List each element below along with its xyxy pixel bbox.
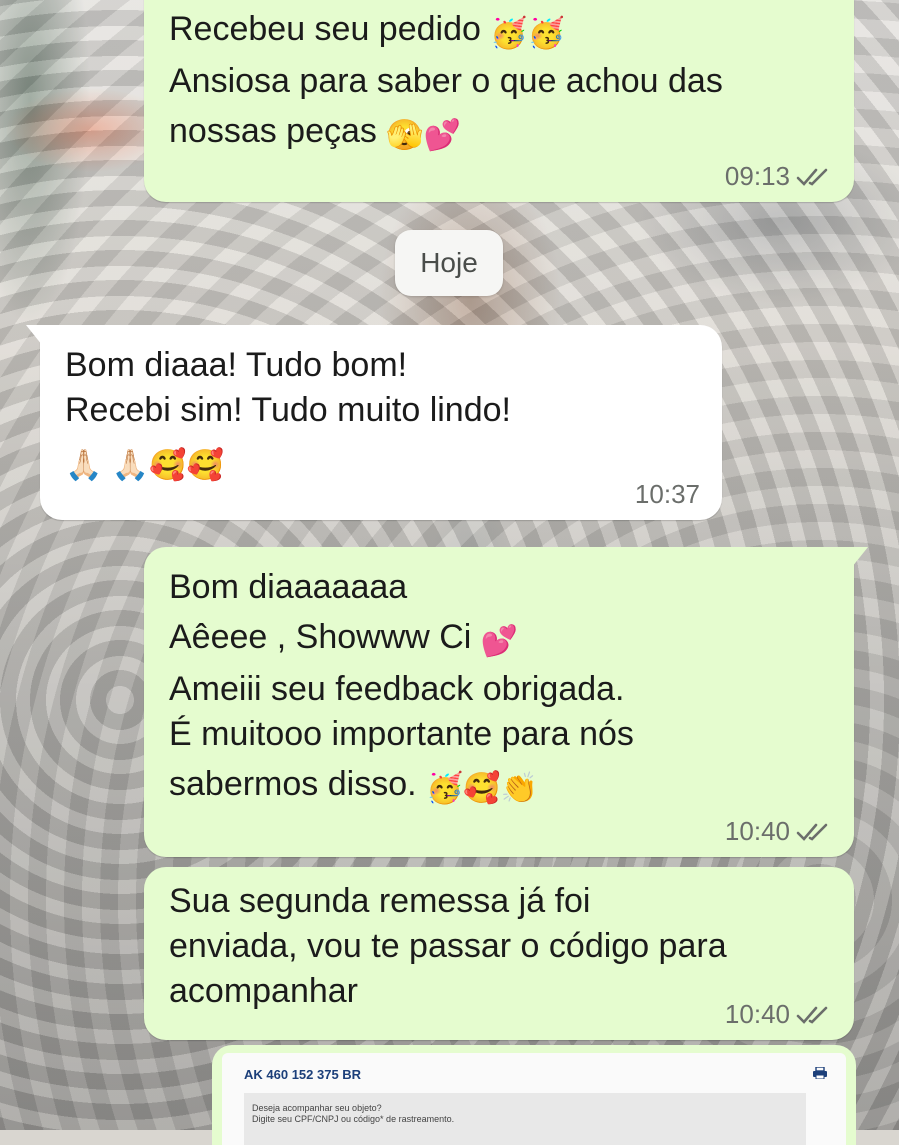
message-time: 10:37 <box>634 479 700 509</box>
message-line: Recebi sim! Tudo muito lindo! <box>65 391 511 429</box>
folded-hands-emoji: 🙏🏻 <box>65 448 103 483</box>
message-bubble-outgoing[interactable]: Bom diaaaaaaa Aêeee , Showww Ci 💕 Ameiii… <box>144 547 868 857</box>
date-separator: Hoje <box>395 230 503 296</box>
message-meta: 10:40 <box>725 816 832 847</box>
message-line: Recebeu seu pedido 🥳🥳 <box>169 7 830 54</box>
peeking-face-emoji: 🫣 <box>386 118 424 153</box>
message-line: sabermos disso. 🥳🥰👏 <box>169 762 830 809</box>
party-face-emoji: 🥳 <box>426 771 464 806</box>
message-line: nossas peças 🫣💕 <box>169 109 830 156</box>
tracking-panel: Deseja acompanhar seu objeto? Digite seu… <box>244 1093 806 1145</box>
tracking-code: AK 460 152 375 BR <box>244 1067 362 1082</box>
message-meta: 09:13 <box>725 161 832 192</box>
message-line: Aêeee , Showww Ci 💕 <box>169 615 830 662</box>
message-line: É muitooo importante para nós <box>169 715 634 753</box>
image-message-bubble[interactable]: AK 460 152 375 BR Deseja acompanhar seu … <box>212 1045 856 1145</box>
message-line: 🙏🏻 🙏🏻🥰🥰 <box>65 439 698 486</box>
message-line: Ameiii seu feedback obrigada. <box>169 670 625 708</box>
smiling-hearts-emoji: 🥰 <box>149 448 187 483</box>
message-bubble-incoming[interactable]: Bom diaaa! Tudo bom! Recebi sim! Tudo mu… <box>26 325 722 520</box>
smiling-hearts-emoji: 🥰 <box>186 448 224 483</box>
message-bubble-outgoing[interactable]: Recebeu seu pedido 🥳🥳 Ansiosa para saber… <box>144 0 854 202</box>
message-line: Bom diaaaaaaa <box>169 568 408 606</box>
message-time: 09:13 <box>724 161 790 191</box>
party-face-emoji: 🥳 <box>527 16 566 51</box>
clapping-hands-emoji: 👏 <box>500 771 539 806</box>
double-check-icon <box>796 168 828 186</box>
folded-hands-emoji: 🙏🏻 <box>111 448 150 483</box>
message-time: 10:40 <box>724 999 790 1029</box>
message-time: 10:40 <box>724 816 790 846</box>
double-check-icon <box>796 823 828 841</box>
message-bubble-outgoing[interactable]: Sua segunda remessa já foi enviada, vou … <box>144 867 854 1040</box>
two-hearts-emoji: 💕 <box>423 118 462 153</box>
message-line: Sua segunda remessa já foi <box>169 882 591 920</box>
printer-icon <box>813 1067 827 1079</box>
message-meta: 10:37 <box>635 479 700 510</box>
tracking-prompt: Deseja acompanhar seu objeto? Digite seu… <box>252 1103 455 1124</box>
tracking-screenshot[interactable]: AK 460 152 375 BR Deseja acompanhar seu … <box>222 1053 846 1145</box>
message-line: enviada, vou te passar o código para <box>169 927 727 965</box>
message-line: Ansiosa para saber o que achou das <box>169 62 723 100</box>
party-face-emoji: 🥳 <box>490 16 528 51</box>
message-line: Bom diaaa! Tudo bom! <box>65 346 408 384</box>
message-meta: 10:40 <box>725 999 832 1030</box>
double-check-icon <box>796 1006 828 1024</box>
smiling-hearts-emoji: 🥰 <box>463 771 501 806</box>
two-hearts-emoji: 💕 <box>480 624 519 659</box>
